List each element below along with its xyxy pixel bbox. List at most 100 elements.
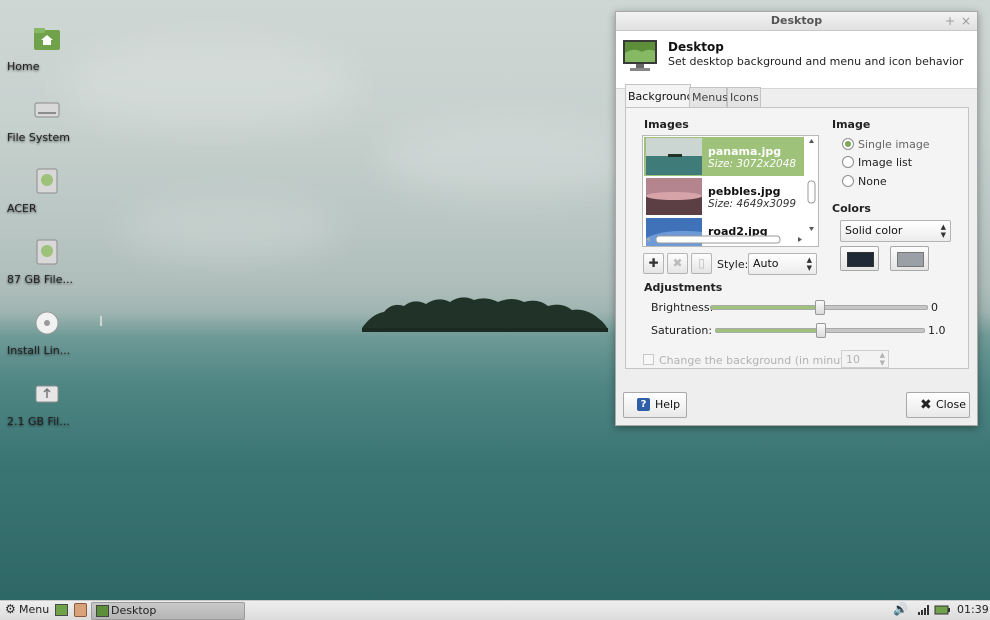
tab-background[interactable]: Background	[625, 84, 694, 108]
single-image-label[interactable]: Single image	[858, 138, 930, 151]
spin-arrows-icon: ▲ ▼	[879, 351, 885, 367]
background-panel: Images panama.jpg Size: 3072x2048 pebble…	[625, 107, 969, 369]
close-icon: ✖	[920, 397, 932, 413]
volume-icon[interactable]: 🔊	[893, 602, 908, 616]
menu-button[interactable]: Menu	[19, 603, 49, 616]
desktop-icon-file-system[interactable]: File System	[7, 95, 87, 144]
saturation-slider[interactable]	[715, 323, 925, 338]
image-size: Size: 3072x2048	[708, 158, 797, 170]
header-title: Desktop	[668, 40, 724, 54]
boat	[100, 316, 102, 326]
color-mode-combo[interactable]: Solid color ▲ ▼	[840, 220, 951, 242]
change-background-value: 10	[846, 353, 860, 366]
header-subtitle: Set desktop background and menu and icon…	[668, 55, 964, 68]
none-radio[interactable]	[842, 175, 854, 187]
brightness-slider-fill	[711, 306, 820, 309]
tab-icons[interactable]: Icons	[727, 87, 761, 107]
monitor-icon	[623, 40, 657, 71]
colors-section-title: Colors	[832, 202, 871, 215]
image-list-hscrollbar[interactable]	[644, 234, 804, 245]
window-titlebar[interactable]: Desktop + ×	[616, 12, 977, 31]
none-label[interactable]: None	[858, 175, 887, 188]
maximize-icon[interactable]: +	[945, 12, 955, 30]
cloud	[120, 200, 340, 260]
help-label: Help	[655, 398, 681, 411]
drive-icon	[34, 102, 60, 118]
style-label: Style:	[717, 258, 749, 271]
desktop-icon-acer[interactable]: ACER	[7, 166, 87, 215]
island	[362, 297, 608, 332]
image-list-vscrollbar[interactable]	[806, 137, 817, 233]
image-size: Size: 4649x3099	[708, 198, 797, 210]
desktop-icon-label: File System	[7, 131, 70, 144]
window-title: Desktop	[770, 14, 823, 27]
cloud	[380, 120, 640, 200]
desktop-icon-2gb[interactable]: 2.1 GB Fil...	[7, 379, 87, 428]
brightness-value: 0	[931, 301, 938, 314]
cloud	[60, 40, 360, 130]
change-background-spinner[interactable]: 10 ▲ ▼	[841, 350, 889, 368]
secondary-color-swatch	[897, 252, 924, 267]
desktop-icon-87gb[interactable]: 87 GB File...	[7, 237, 87, 286]
taskbar-window-desktop[interactable]: Desktop	[91, 602, 245, 620]
color-mode-value: Solid color	[845, 224, 903, 237]
image-section-title: Image	[832, 118, 871, 131]
desktop-icon-label: ACER	[7, 202, 37, 215]
add-image-button[interactable]: ✚	[643, 253, 664, 274]
saturation-label: Saturation:	[651, 324, 713, 337]
saturation-value: 1.0	[928, 324, 946, 337]
taskbar-window-label: Desktop	[111, 604, 157, 617]
desktop-icon-install[interactable]: Install Lin...	[7, 308, 87, 357]
clock[interactable]: 01:39	[957, 603, 989, 616]
brightness-slider-handle[interactable]	[815, 300, 825, 315]
save-list-button[interactable]: ▯	[691, 253, 712, 274]
drive-icon	[36, 239, 58, 265]
show-desktop-icon[interactable]	[55, 604, 68, 616]
list-item[interactable]: panama.jpg Size: 3072x2048	[644, 137, 804, 176]
close-label: Close	[936, 398, 966, 411]
usb-drive-icon	[35, 385, 59, 403]
saturation-slider-handle[interactable]	[816, 323, 826, 338]
help-button[interactable]: ? Help	[623, 392, 687, 418]
dialog-header: Desktop Set desktop background and menu …	[616, 31, 977, 89]
primary-color-swatch	[847, 252, 874, 267]
image-name: panama.jpg	[708, 145, 782, 158]
change-background-checkbox[interactable]	[643, 354, 654, 365]
spin-arrows-icon: ▲ ▼	[806, 256, 812, 272]
help-icon: ?	[637, 398, 650, 411]
brightness-label: Brightness:	[651, 301, 714, 314]
remove-image-button[interactable]: ✖	[667, 253, 688, 274]
desktop-icon-home[interactable]: Home	[7, 24, 87, 73]
saturation-slider-fill	[716, 329, 821, 332]
taskbar: ⚙ Menu Desktop 🔊 01:39	[0, 600, 990, 620]
image-name: pebbles.jpg	[708, 185, 781, 198]
desktop-icon-label: Home	[7, 60, 40, 73]
home-folder-icon	[34, 28, 60, 50]
battery-icon[interactable]	[934, 604, 950, 616]
single-image-radio[interactable]	[842, 138, 854, 150]
menu-gear-icon: ⚙	[5, 602, 16, 616]
monitor-icon	[96, 605, 109, 617]
close-button[interactable]: ✖ Close	[906, 392, 970, 418]
adjustments-section-title: Adjustments	[644, 281, 723, 294]
images-section-title: Images	[644, 118, 689, 131]
desktop-settings-dialog: Desktop + × Desktop Set desktop backgrou…	[615, 11, 978, 426]
list-item[interactable]: pebbles.jpg Size: 4649x3099	[644, 177, 804, 216]
brightness-slider[interactable]	[710, 300, 928, 315]
optical-disc-icon	[35, 311, 59, 335]
network-icon[interactable]	[917, 604, 929, 616]
file-manager-icon[interactable]	[74, 603, 87, 617]
image-list-radio[interactable]	[842, 156, 854, 168]
style-combo[interactable]: Auto ▲ ▼	[748, 253, 817, 275]
desktop-icon-label: 2.1 GB Fil...	[7, 415, 70, 428]
desktop-icon-label: 87 GB File...	[7, 273, 73, 286]
close-window-icon[interactable]: ×	[961, 12, 971, 30]
tab-menus[interactable]: Menus	[689, 87, 728, 107]
change-background-label: Change the background (in minutes):	[659, 354, 866, 367]
image-list-label[interactable]: Image list	[858, 156, 912, 169]
image-list[interactable]: panama.jpg Size: 3072x2048 pebbles.jpg S…	[642, 135, 819, 247]
style-value: Auto	[753, 257, 779, 270]
image-thumbnail	[646, 138, 702, 175]
primary-color-button[interactable]	[840, 246, 879, 271]
secondary-color-button[interactable]	[890, 246, 929, 271]
